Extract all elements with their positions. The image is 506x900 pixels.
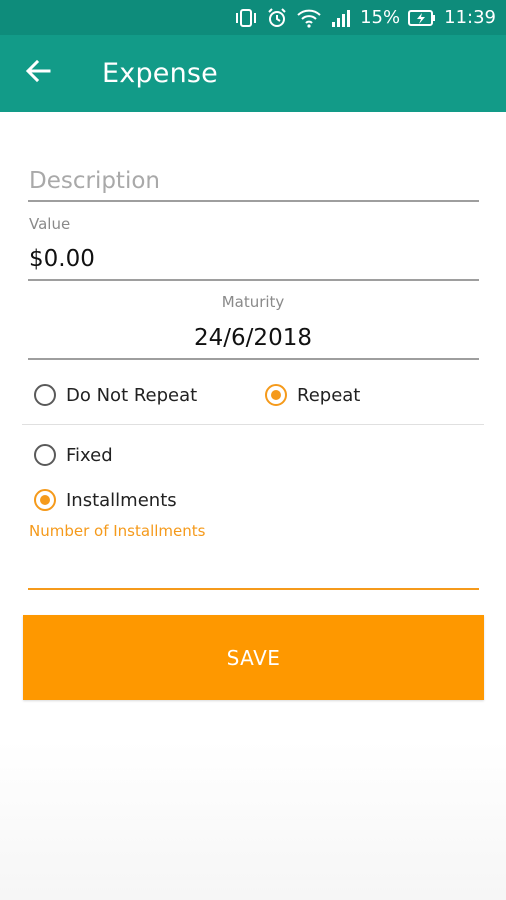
description-underline <box>28 200 479 202</box>
page-title: Expense <box>102 58 218 89</box>
wifi-icon <box>296 8 322 28</box>
number-of-installments-label: Number of Installments <box>29 522 206 540</box>
divider <box>22 424 484 425</box>
background-fade <box>0 740 506 900</box>
installments-label: Installments <box>66 489 177 511</box>
value-input[interactable]: $0.00 <box>29 246 95 272</box>
value-label: Value <box>29 215 71 233</box>
description-input[interactable]: Description <box>29 168 160 194</box>
vibrate-icon <box>234 8 258 28</box>
signal-icon <box>330 8 352 28</box>
status-bar: 15% 11:39 <box>0 0 506 35</box>
save-button[interactable]: SAVE <box>23 615 484 700</box>
clock: 11:39 <box>444 7 496 28</box>
repeat-label: Repeat <box>297 384 361 406</box>
battery-charging-icon <box>408 9 436 27</box>
app-bar: Expense <box>0 35 506 112</box>
value-underline <box>28 279 479 281</box>
expense-screen: 15% 11:39 Expense Description Value $0.0… <box>0 0 506 900</box>
alarm-icon <box>266 7 288 29</box>
radio-repeat[interactable] <box>265 384 287 406</box>
installments-option[interactable]: Installments <box>34 489 177 511</box>
do-not-repeat-option[interactable]: Do Not Repeat <box>34 384 197 406</box>
arrow-back-icon <box>25 59 51 87</box>
radio-fixed[interactable] <box>34 444 56 466</box>
fixed-option[interactable]: Fixed <box>34 444 113 466</box>
fixed-label: Fixed <box>66 444 113 466</box>
maturity-underline <box>28 358 479 360</box>
radio-installments[interactable] <box>34 489 56 511</box>
back-button[interactable] <box>14 53 62 93</box>
battery-percent: 15% <box>360 7 401 28</box>
repeat-option[interactable]: Repeat <box>265 384 360 406</box>
radio-do-not-repeat[interactable] <box>34 384 56 406</box>
number-of-installments-input[interactable] <box>29 552 479 582</box>
installments-underline <box>28 588 479 590</box>
do-not-repeat-label: Do Not Repeat <box>66 384 198 406</box>
maturity-label: Maturity <box>221 293 285 311</box>
maturity-date-field[interactable]: 24/6/2018 <box>0 325 506 351</box>
